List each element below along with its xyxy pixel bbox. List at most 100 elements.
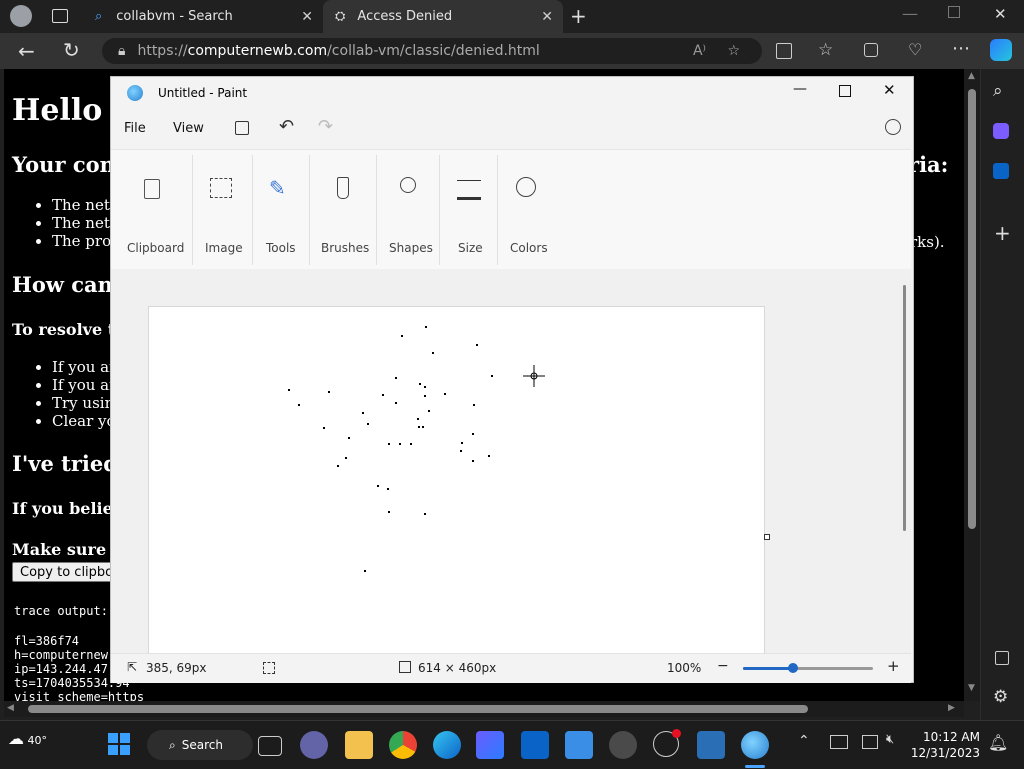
weather-widget[interactable]: ☁ 40° [8,729,47,748]
browser-essentials-icon[interactable]: ♡ [908,40,922,59]
more-menu-icon[interactable]: ⋯ [952,38,970,59]
tray-display-icon[interactable] [862,735,878,749]
meet-icon[interactable] [300,731,328,759]
canvas-size-icon [399,661,411,673]
paint-minimize-icon[interactable]: — [793,81,807,97]
url-field[interactable]: 🔒︎ https://computernewb.com/collab-vm/cl… [102,38,762,64]
minimize-browser-icon[interactable]: — [902,4,918,23]
remote-desktop-icon[interactable] [697,731,725,759]
app-icon[interactable] [476,731,504,759]
tab-search[interactable]: ⌕ collabvm - Search ✕ [83,0,323,33]
zoom-slider-thumb[interactable] [788,663,798,673]
settings-gear-icon[interactable]: ⚙ [993,687,1008,707]
split-screen-icon[interactable] [776,43,792,59]
clock-time: 10:12 AM [923,730,980,744]
scroll-right-arrow-icon[interactable]: ▶ [948,703,955,713]
start-tile [120,733,130,743]
favorite-star-icon[interactable]: ☆ [727,43,740,59]
canvas-scrollbar-thumb[interactable] [903,285,906,531]
clock[interactable]: 10:12 AM 12/31/2023 [911,729,980,761]
start-tile [108,733,118,743]
refresh-icon[interactable]: ↻ [63,38,80,62]
add-sidebar-app-icon[interactable]: + [994,221,1011,245]
copilot-icon[interactable] [990,39,1012,61]
restore-browser-icon[interactable] [948,6,960,18]
paint-maximize-icon[interactable] [839,85,851,97]
tray-network-icon[interactable] [830,735,848,749]
paint-taskbar-icon[interactable] [741,731,769,759]
redo-icon: ↷ [318,116,334,137]
scrollbar-thumb[interactable] [968,89,976,529]
selection-size-icon [263,662,275,674]
cursor-position: 385, 69px [146,661,207,675]
select-icon [210,178,232,198]
clock-date: 12/31/2023 [910,746,980,760]
zoom-level: 100% [667,661,702,675]
scroll-left-arrow-icon[interactable]: ◀ [7,703,14,713]
taskbar-search-box[interactable]: ⌕ Search [147,730,253,760]
close-tab-icon[interactable]: ✕ [301,9,313,25]
paint-close-icon[interactable]: ✕ [883,81,896,99]
back-icon[interactable]: ← [18,39,35,63]
store-icon[interactable] [565,731,593,759]
tab-access-denied[interactable]: ⛭ Access Denied ✕ [323,0,563,33]
tools-icon: ✎ [269,176,286,200]
settings-icon[interactable] [609,731,637,759]
tab-actions-icon[interactable] [52,9,68,23]
menu-view[interactable]: View [173,121,204,136]
account-icon[interactable] [885,119,901,135]
brushes-group[interactable] [337,177,349,199]
zoom-out-icon[interactable]: − [717,658,729,674]
favorites-icon[interactable]: ☆ [818,40,833,60]
tools-group[interactable]: ✎ [269,176,286,200]
colors-group[interactable] [516,177,538,199]
notification-bell-icon[interactable]: 🔔︎ [988,733,1008,752]
believe-heading: If you believ [12,499,123,518]
chrome-icon[interactable] [389,731,417,759]
collections-icon[interactable] [864,43,878,57]
outlook-icon[interactable] [993,163,1009,179]
profile-avatar[interactable] [10,5,32,27]
canvas-resize-handle[interactable] [764,534,770,540]
size-group[interactable] [457,180,481,200]
scrollbar-thumb[interactable] [28,705,808,713]
read-aloud-icon[interactable]: A⁾ [693,43,706,59]
edge-sidebar: ⌕ + ⚙ [980,69,1024,721]
connection-criteria-list: The netw The netw The prov [12,196,123,250]
tray-volume-muted-icon[interactable]: 🔇︎ [886,732,894,747]
image-group[interactable] [210,178,232,200]
search-icon: ⌕ [169,737,176,752]
clipboard-group[interactable] [141,177,163,201]
page-horizontal-scrollbar[interactable]: ◀ ▶ [4,701,964,717]
start-button[interactable] [108,733,130,755]
tray-chevron-icon[interactable]: ⌃ [798,733,810,749]
url-prefix: https:// [137,43,188,59]
taskbar: ☁ 40° ⌕ Search ⌃ 🔇︎ 10:12 AM 12/31/2023 … [0,720,1024,769]
sidebar-layout-icon[interactable] [995,651,1009,665]
zoom-in-icon[interactable]: + [887,657,900,675]
mail-icon[interactable] [521,731,549,759]
zoom-slider[interactable] [743,663,873,673]
copilot-sidebar-icon[interactable] [993,123,1009,139]
undo-icon[interactable]: ↶ [279,116,294,137]
shapes-group[interactable] [400,177,422,199]
trace-line: fl=386f74 [14,634,80,648]
scroll-up-arrow-icon[interactable]: ▲ [968,71,975,81]
file-explorer-icon[interactable] [345,731,373,759]
trace-line: h=computernew [14,648,108,662]
ribbon-label-shapes: Shapes [389,241,433,255]
new-tab-button[interactable]: + [570,4,587,28]
scroll-down-arrow-icon[interactable]: ▼ [968,683,975,693]
close-tab-icon[interactable]: ✕ [541,9,553,25]
menu-file[interactable]: File [124,121,146,136]
save-icon[interactable] [235,121,249,135]
page-vertical-scrollbar[interactable]: ▲ ▼ [964,69,980,701]
drawing-canvas[interactable] [149,307,764,653]
close-browser-icon[interactable]: ✕ [994,5,1007,23]
taskbar-search-label: Search [181,738,223,752]
edge-icon[interactable] [433,731,461,759]
start-tile [120,745,130,755]
task-view-icon[interactable] [258,736,282,756]
start-tile [108,745,118,755]
search-icon[interactable]: ⌕ [993,81,1003,101]
